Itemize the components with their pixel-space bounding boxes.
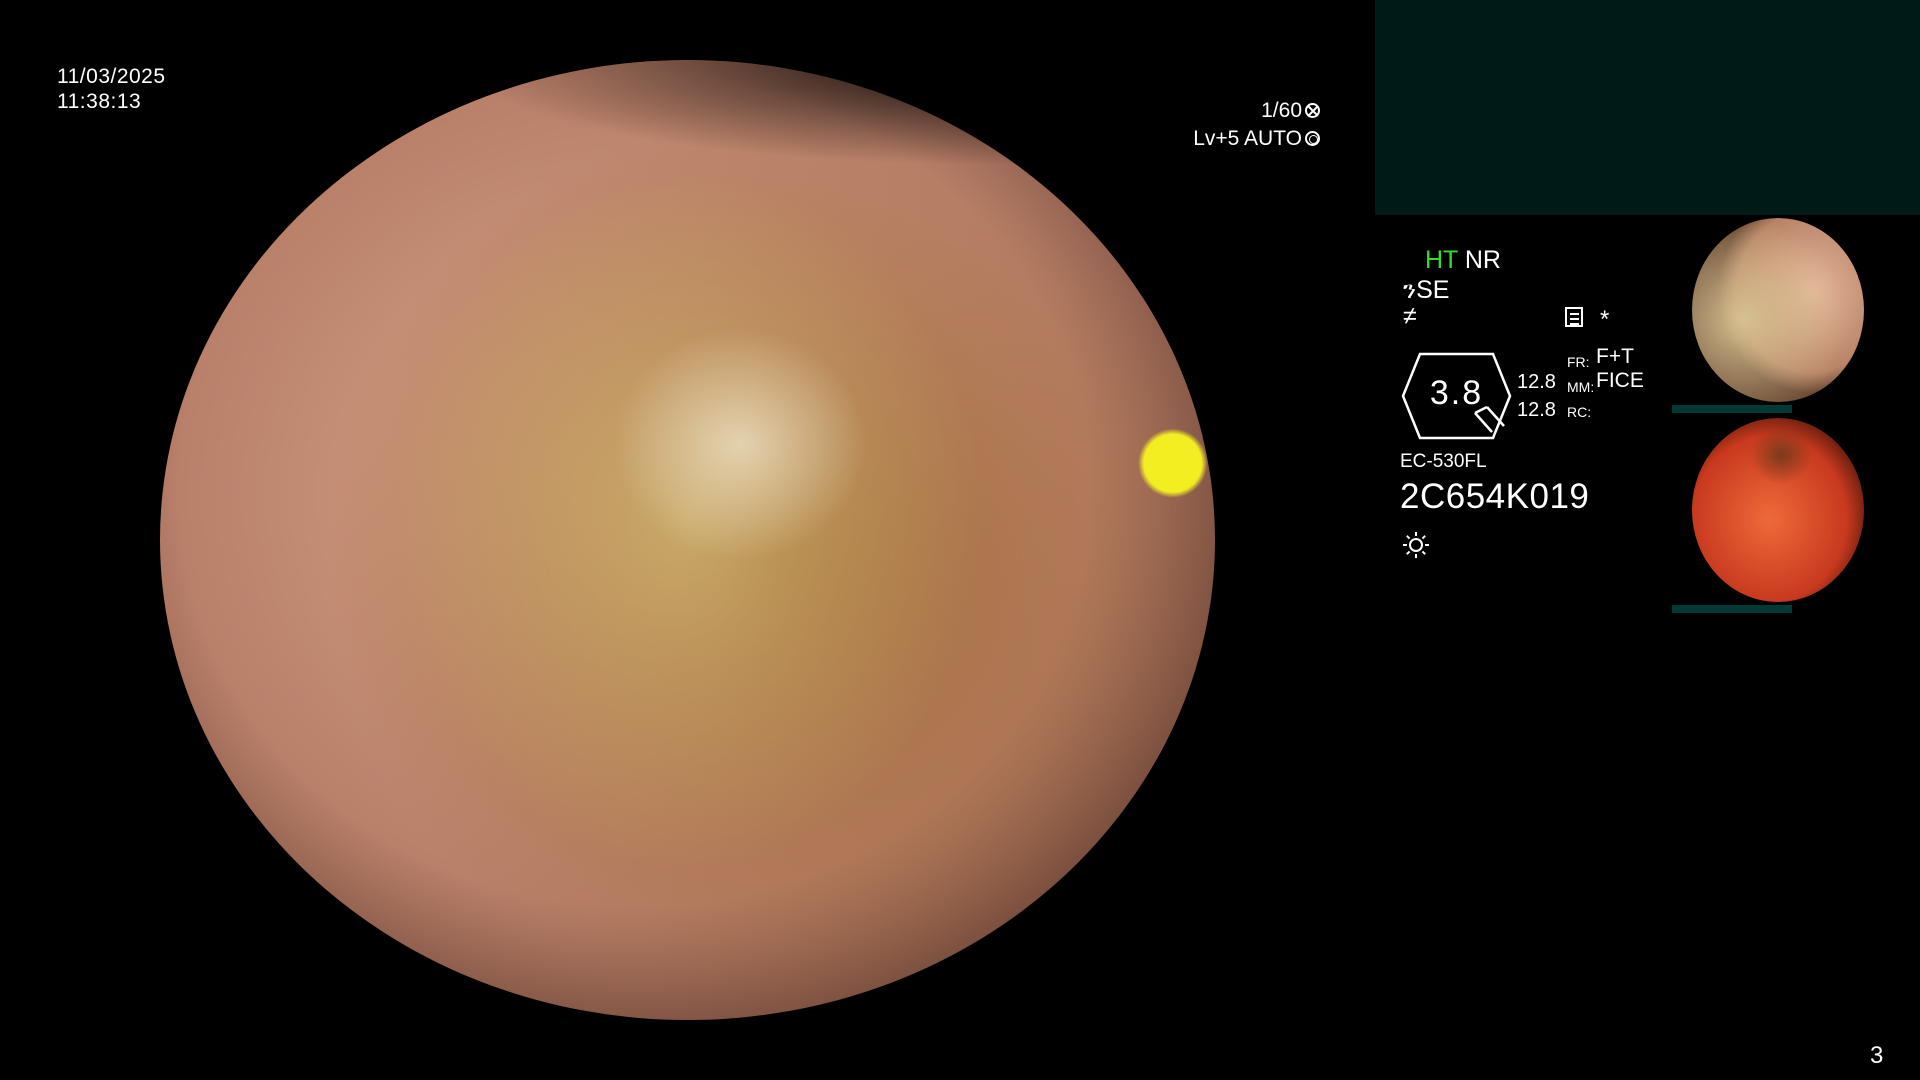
ht-label: HT [1425, 246, 1458, 274]
color-f-icon: ≠ [1403, 302, 1417, 330]
level-text: Lv+5 AUTO [1193, 127, 1302, 150]
scope-serial: 2C654K019 [1400, 477, 1590, 516]
iris-icon [1305, 131, 1320, 146]
nr-label: NR [1464, 246, 1501, 274]
scope-model: EC-530FL [1400, 451, 1487, 472]
shutter-readout: 1/60 [1250, 98, 1320, 123]
datetime: 11/03/2025 11:38:13 [57, 64, 166, 114]
thumbnail-2-bar [1672, 605, 1792, 613]
top-right-panel [1375, 0, 1920, 215]
thumbnail-1[interactable] [1692, 218, 1864, 402]
sun-icon [1403, 532, 1429, 558]
rc-label: RC: [1567, 404, 1592, 420]
value-2: 12.8 [1517, 399, 1556, 421]
shutter-text: 1/60 [1261, 99, 1302, 122]
thumbnail-2[interactable] [1692, 418, 1864, 602]
shutter-icon [1305, 103, 1320, 118]
date-text: 11/03/2025 [57, 65, 166, 88]
mode-values: F+T FICE [1596, 345, 1644, 393]
se-row: ንSE [1403, 276, 1449, 304]
mm-value: FICE [1596, 369, 1644, 392]
time-text: 11:38:13 [57, 90, 142, 113]
se-label: SE [1416, 276, 1450, 304]
mode-labels: FR: MM: RC: [1567, 350, 1594, 425]
mm-label: MM: [1567, 379, 1595, 395]
star-mark: * [1600, 306, 1610, 333]
level-readout: Lv+5 AUTO [1180, 125, 1320, 153]
ht-nr-row: HT NR [1425, 246, 1501, 274]
page-number: 3 [1870, 1042, 1884, 1069]
lumen-shadow [160, 40, 1220, 280]
structure-enhance-icon: ን [1403, 276, 1417, 304]
memo-icon [1565, 307, 1583, 327]
fr-value: F+T [1596, 345, 1634, 368]
fr-label: FR: [1567, 354, 1590, 370]
enhance-values: 12.8 12.8 [1517, 368, 1556, 424]
thumbnail-1-bar [1672, 405, 1792, 413]
zoom-value: 3.8 [1429, 374, 1484, 412]
value-1: 12.8 [1517, 371, 1556, 393]
